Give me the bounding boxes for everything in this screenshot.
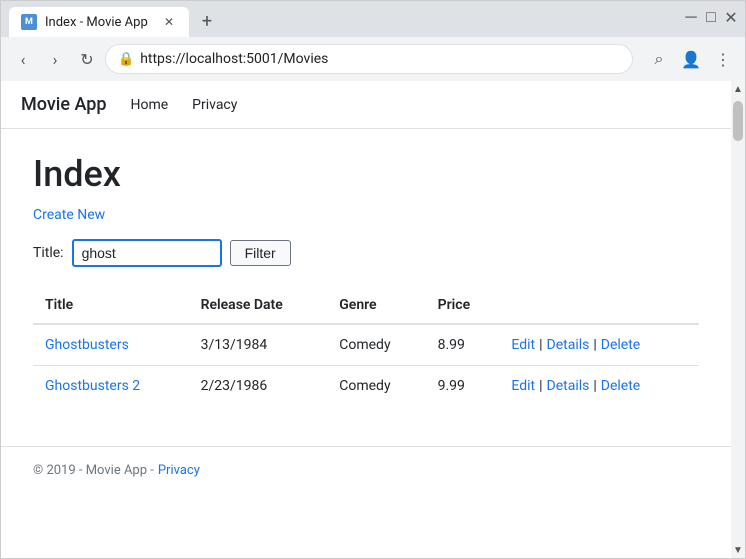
tab-favicon: M (21, 14, 37, 30)
forward-button[interactable]: › (41, 45, 69, 73)
tab-bar: M Index - Movie App ✕ + (9, 1, 221, 37)
cell-release-date-0: 3/13/1984 (189, 324, 328, 366)
col-genre: Genre (327, 287, 425, 324)
col-title: Title (33, 287, 189, 324)
table-body: Ghostbusters 3/13/1984 Comedy 8.99 Edit … (33, 324, 699, 406)
sep1-1: | (539, 378, 542, 394)
cell-price-0: 8.99 (426, 324, 500, 366)
page-content: Movie App Home Privacy Index Create New … (1, 81, 731, 558)
footer-privacy-link[interactable]: Privacy (158, 463, 200, 478)
col-price: Price (426, 287, 500, 324)
window-controls: ─ □ ✕ (685, 11, 737, 23)
edit-link-1[interactable]: Edit (511, 378, 535, 394)
scrollbar-thumb[interactable] (733, 101, 743, 141)
table-row: Ghostbusters 3/13/1984 Comedy 8.99 Edit … (33, 324, 699, 366)
scrollbar-up-button[interactable]: ▲ (731, 81, 745, 97)
minimize-button[interactable]: ─ (685, 11, 697, 23)
lock-icon: 🔒 (118, 52, 134, 67)
cell-genre-1: Comedy (327, 366, 425, 407)
table-header: Title Release Date Genre Price (33, 287, 699, 324)
back-button[interactable]: ‹ (9, 45, 37, 73)
menu-button[interactable]: ⋮ (709, 45, 737, 73)
address-right-icons: ⌕ 👤 ⋮ (645, 45, 737, 73)
col-actions (499, 287, 699, 324)
refresh-button[interactable]: ↻ (73, 45, 101, 73)
footer-copyright: © 2019 - Movie App - (33, 463, 154, 478)
title-bar: M Index - Movie App ✕ + ─ □ ✕ (1, 1, 745, 37)
tab-close-button[interactable]: ✕ (161, 14, 177, 30)
cell-genre-0: Comedy (327, 324, 425, 366)
delete-link-1[interactable]: Delete (601, 378, 640, 394)
address-bar-row: ‹ › ↻ 🔒 https://localhost:5001/Movies ⌕ … (1, 37, 745, 81)
main-content: Index Create New Title: Filter Title Rel… (1, 129, 731, 446)
address-bar[interactable]: 🔒 https://localhost:5001/Movies (105, 44, 633, 74)
app-brand[interactable]: Movie App (21, 94, 106, 115)
table-row: Ghostbusters 2 2/23/1986 Comedy 9.99 Edi… (33, 366, 699, 407)
details-link-0[interactable]: Details (547, 337, 590, 353)
maximize-button[interactable]: □ (705, 11, 717, 23)
browser-content-wrap: Movie App Home Privacy Index Create New … (1, 81, 745, 558)
sep2-1: | (593, 378, 596, 394)
scrollbar-down-button[interactable]: ▼ (731, 542, 745, 558)
details-link-1[interactable]: Details (547, 378, 590, 394)
scrollbar-track: ▲ ▼ (731, 81, 745, 558)
filter-row: Title: Filter (33, 239, 699, 267)
app-footer: © 2019 - Movie App - Privacy (1, 446, 731, 494)
table-header-row: Title Release Date Genre Price (33, 287, 699, 324)
browser-search-button[interactable]: ⌕ (645, 45, 673, 73)
movies-table: Title Release Date Genre Price Ghostbust… (33, 287, 699, 406)
profile-button[interactable]: 👤 (677, 45, 705, 73)
active-tab[interactable]: M Index - Movie App ✕ (9, 7, 189, 37)
cell-actions-1: Edit | Details | Delete (499, 366, 699, 407)
col-release-date: Release Date (189, 287, 328, 324)
browser-window: M Index - Movie App ✕ + ─ □ ✕ ‹ (0, 0, 746, 559)
nav-link-privacy[interactable]: Privacy (192, 97, 237, 113)
new-tab-button[interactable]: + (193, 7, 221, 35)
cell-actions-0: Edit | Details | Delete (499, 324, 699, 366)
filter-button[interactable]: Filter (230, 240, 291, 266)
cell-price-1: 9.99 (426, 366, 500, 407)
filter-label: Title: (33, 245, 64, 261)
app-navbar: Movie App Home Privacy (1, 81, 731, 129)
sep1-0: | (539, 337, 542, 353)
cell-release-date-1: 2/23/1986 (189, 366, 328, 407)
create-new-link[interactable]: Create New (33, 207, 105, 223)
tab-title: Index - Movie App (45, 15, 148, 30)
title-filter-input[interactable] (72, 239, 222, 267)
delete-link-0[interactable]: Delete (601, 337, 640, 353)
sep2-0: | (593, 337, 596, 353)
url-text: https://localhost:5001/Movies (140, 51, 620, 67)
cell-title-1: Ghostbusters 2 (33, 366, 189, 407)
edit-link-0[interactable]: Edit (511, 337, 535, 353)
page-title: Index (33, 153, 699, 195)
cell-title-0: Ghostbusters (33, 324, 189, 366)
nav-link-home[interactable]: Home (130, 97, 168, 113)
close-window-button[interactable]: ✕ (725, 11, 737, 23)
